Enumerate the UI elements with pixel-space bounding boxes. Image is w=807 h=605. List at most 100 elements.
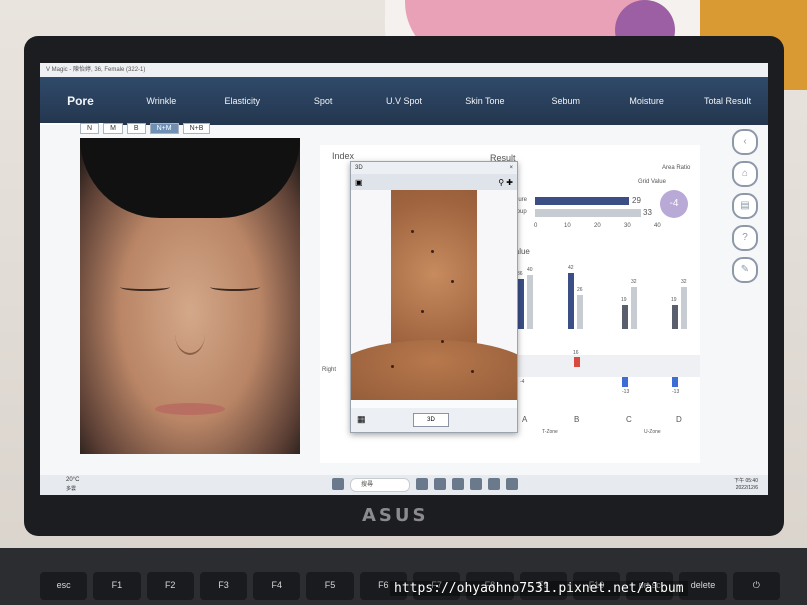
zone-a-diff-value: -4 bbox=[520, 379, 525, 385]
tab-moisture[interactable]: Moisture bbox=[606, 77, 687, 125]
3d-nose-popup[interactable]: 3D × ▣ ⚲ ✚ ▦ 3D bbox=[350, 161, 518, 433]
3d-button[interactable]: 3D bbox=[413, 413, 449, 427]
help-icon[interactable]: ? bbox=[732, 225, 758, 251]
tab-elasticity[interactable]: Elasticity bbox=[202, 77, 283, 125]
tab-uv-spot[interactable]: U.V Spot bbox=[364, 77, 445, 125]
score-badge: -4 bbox=[660, 190, 688, 218]
zone-b-group-bar bbox=[577, 295, 583, 329]
palette-icon[interactable]: ▣ bbox=[355, 178, 363, 187]
zone-d-group-value: 32 bbox=[681, 279, 687, 285]
zone-b-diff-value: 16 bbox=[573, 350, 579, 356]
zone-a-label: A bbox=[522, 415, 528, 424]
taskbar-time: 下午 05:40 bbox=[734, 478, 758, 484]
analysis-tabs[interactable]: Pore Wrinkle Elasticity Spot U.V Spot Sk… bbox=[40, 77, 768, 125]
pore-dot bbox=[411, 230, 414, 233]
u-zone-label: U-Zone bbox=[644, 429, 661, 435]
pore-dot bbox=[451, 280, 454, 283]
popup-title: 3D bbox=[355, 165, 363, 171]
edge-icon[interactable] bbox=[470, 478, 482, 490]
axis-tick-20: 20 bbox=[594, 223, 601, 229]
t-zone-label: T-Zone bbox=[542, 429, 558, 435]
home-icon[interactable]: ⌂ bbox=[732, 161, 758, 187]
grid-value-label: Grid Value bbox=[638, 179, 666, 185]
tab-spot[interactable]: Spot bbox=[283, 77, 364, 125]
taskbar-search[interactable]: 搜尋 bbox=[350, 478, 410, 492]
tab-pore[interactable]: Pore bbox=[40, 77, 121, 125]
figure-bar bbox=[535, 197, 629, 205]
tab-skin-tone[interactable]: Skin Tone bbox=[444, 77, 525, 125]
weather-desc: 多雲 bbox=[66, 486, 77, 492]
watermark-url: https://ohyaohno7531.pixnet.net/album bbox=[390, 581, 688, 596]
index-label: Index bbox=[332, 151, 355, 161]
zone-d-figure-bar bbox=[672, 305, 678, 329]
difference-band bbox=[510, 355, 700, 377]
zone-d-diff-value: -13 bbox=[672, 389, 680, 395]
zoom-tools-icon[interactable]: ⚲ ✚ bbox=[498, 178, 513, 187]
zone-d-group-bar bbox=[681, 287, 687, 329]
windows-start-icon[interactable] bbox=[332, 478, 344, 490]
zone-c-group-bar bbox=[631, 287, 637, 329]
close-icon[interactable]: × bbox=[509, 162, 517, 174]
zone-c-diff-bar bbox=[622, 377, 628, 387]
zone-b-label: B bbox=[574, 415, 580, 424]
pore-dot bbox=[421, 310, 424, 313]
store-icon[interactable] bbox=[488, 478, 500, 490]
figure-value: 29 bbox=[632, 196, 641, 205]
mode-m-button[interactable]: M bbox=[103, 123, 123, 134]
pore-dot bbox=[431, 250, 434, 253]
side-tool-column: ‹ ⌂ ▤ ? ✎ bbox=[728, 123, 762, 283]
app-icon[interactable] bbox=[506, 478, 518, 490]
weather-temp: 20°C bbox=[66, 477, 80, 483]
print-icon[interactable]: ▤ bbox=[732, 193, 758, 219]
key-f3: F3 bbox=[199, 572, 248, 600]
zone-a-group-bar bbox=[527, 275, 533, 329]
key-f1: F1 bbox=[93, 572, 141, 600]
mode-b-button[interactable]: B bbox=[126, 123, 146, 134]
zone-a-group-value: 40 bbox=[527, 267, 533, 273]
face-photo-mouth bbox=[155, 403, 225, 415]
face-photo-right-eye bbox=[210, 283, 260, 291]
popup-toolbar: ▣ ⚲ ✚ bbox=[351, 174, 517, 190]
task-view-icon[interactable] bbox=[416, 478, 428, 490]
zone-a-figure-bar bbox=[518, 279, 524, 329]
zone-b-diff-bar bbox=[574, 357, 580, 367]
tab-wrinkle[interactable]: Wrinkle bbox=[121, 77, 202, 125]
zone-d-figure-value: 19 bbox=[671, 297, 677, 303]
save-icon[interactable]: ▦ bbox=[357, 414, 366, 425]
file-explorer-icon[interactable] bbox=[452, 478, 464, 490]
group-value: 33 bbox=[643, 208, 652, 217]
tab-total-result[interactable]: Total Result bbox=[687, 77, 768, 125]
face-photo-hair bbox=[80, 138, 300, 218]
area-ratio-label: Area Ratio bbox=[662, 165, 691, 171]
zone-c-figure-bar bbox=[622, 305, 628, 329]
zone-c-group-value: 32 bbox=[631, 279, 637, 285]
windows-taskbar: 20°C 多雲 搜尋 下午 05:40 2022/12/6 bbox=[40, 475, 768, 495]
notes-icon[interactable]: ✎ bbox=[732, 257, 758, 283]
group-bar bbox=[535, 209, 641, 217]
back-icon[interactable]: ‹ bbox=[732, 129, 758, 155]
zone-b-figure-bar bbox=[568, 273, 574, 329]
zone-c-diff-value: -13 bbox=[622, 389, 630, 395]
nose-tip-surface bbox=[351, 340, 517, 400]
chat-icon[interactable] bbox=[434, 478, 446, 490]
taskbar-date: 2022/12/6 bbox=[735, 485, 758, 491]
face-photo bbox=[80, 138, 300, 454]
key-f2: F2 bbox=[146, 572, 194, 600]
image-mode-switch: N M B N+M N+B bbox=[80, 123, 310, 134]
key-esc: esc bbox=[40, 572, 88, 600]
axis-tick-10: 10 bbox=[564, 223, 571, 229]
zone-c-figure-value: 19 bbox=[621, 297, 627, 303]
key-f4: F4 bbox=[253, 572, 301, 600]
popup-title-bar: 3D × bbox=[351, 162, 517, 174]
face-photo-left-eye bbox=[120, 283, 170, 291]
tab-sebum[interactable]: Sebum bbox=[525, 77, 606, 125]
face-photo-nose bbox=[175, 313, 205, 355]
pore-dot bbox=[391, 365, 394, 368]
right-side-label: Right bbox=[322, 367, 337, 373]
axis-tick-0: 0 bbox=[534, 223, 538, 229]
mode-nm-button[interactable]: N+M bbox=[149, 123, 179, 134]
key-f5: F5 bbox=[306, 572, 354, 600]
mode-n-button[interactable]: N bbox=[80, 123, 100, 134]
mode-nb-button[interactable]: N+B bbox=[182, 123, 211, 134]
axis-tick-40: 40 bbox=[654, 223, 661, 229]
